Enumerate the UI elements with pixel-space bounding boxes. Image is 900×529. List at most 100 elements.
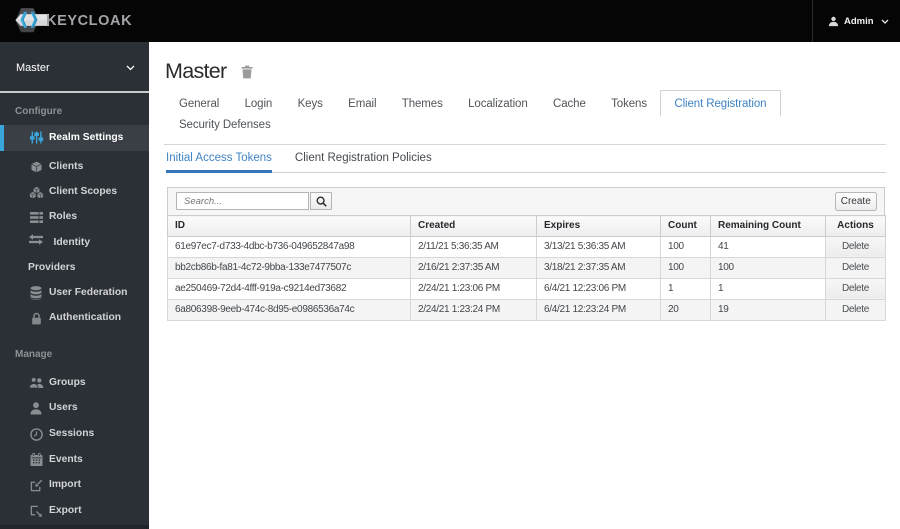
sidebar-item-label: Roles: [49, 211, 78, 223]
tab-cache[interactable]: Cache: [540, 91, 598, 118]
sidebar-item-export[interactable]: Export: [0, 498, 149, 524]
sidebar-item-sessions[interactable]: Sessions: [0, 421, 149, 447]
users-icon: [28, 375, 44, 391]
col-actions: Actions: [825, 215, 886, 237]
sliders-icon: [28, 130, 44, 146]
sidebar-item-label: Groups: [49, 376, 86, 388]
main-content: Master General Login Keys Email Themes L…: [149, 42, 900, 529]
sidebar-item-users[interactable]: Users: [0, 396, 149, 422]
cell-created: 2/16/21 2:37:35 AM: [410, 256, 537, 279]
table-row: 61e97ec7-d733-4dbc-b736-049652847a98 2/1…: [167, 235, 886, 258]
sidebar-item-groups[interactable]: Groups: [0, 370, 149, 396]
sidebar-item-roles[interactable]: Roles: [0, 205, 149, 230]
page-title: Master: [165, 59, 227, 83]
cell-expires: 6/4/21 12:23:24 PM: [536, 298, 661, 321]
sidebar-item-client-scopes[interactable]: Client Scopes: [0, 179, 149, 204]
cell-created: 2/24/21 1:23:24 PM: [410, 298, 537, 321]
tab-security-defenses[interactable]: Security Defenses: [166, 112, 283, 139]
sidebar-item-clients[interactable]: Clients: [0, 154, 149, 179]
sidebar-item-events[interactable]: Events: [0, 447, 149, 473]
cell-created: 2/24/21 1:23:06 PM: [410, 277, 537, 300]
cell-id: 6a806398-9eeb-474c-8d95-e0986536a74c: [167, 298, 411, 321]
sidebar-item-label: Realm Settings: [49, 131, 124, 143]
import-icon: [28, 477, 44, 493]
cell-id: 61e97ec7-d733-4dbc-b736-049652847a98: [167, 235, 411, 258]
lock-icon: [28, 311, 44, 327]
col-remaining-count: Remaining Count: [710, 215, 826, 237]
col-expires: Expires: [536, 215, 661, 237]
tab-tokens[interactable]: Tokens: [598, 91, 659, 118]
cell-remaining: 19: [710, 298, 826, 321]
brand-text: KEYCLOAK: [46, 12, 133, 29]
sidebar-item-realm-settings[interactable]: Realm Settings: [0, 125, 149, 151]
col-created: Created: [410, 215, 537, 237]
manage-menu: Groups Users Sessions Events Import Expo…: [0, 370, 149, 524]
delete-button[interactable]: Delete: [825, 298, 886, 321]
col-id: ID: [167, 215, 411, 237]
tab-themes[interactable]: Themes: [389, 91, 455, 118]
search-icon: [315, 195, 327, 207]
cell-count: 20: [660, 298, 711, 321]
cell-expires: 3/18/21 2:37:35 AM: [536, 256, 661, 279]
delete-button[interactable]: Delete: [825, 256, 886, 279]
cell-remaining: 41: [710, 235, 826, 258]
configure-menu: Realm Settings Clients Client Scopes Rol…: [0, 125, 149, 331]
realm-tabs-row2: Security Defenses: [166, 112, 283, 139]
user-icon: [828, 16, 839, 26]
tab-localization[interactable]: Localization: [455, 91, 540, 118]
cell-id: bb2cb86b-fa81-4c72-9bba-133e7477507c: [167, 256, 411, 279]
create-button[interactable]: Create: [835, 191, 877, 211]
realm-chevron-down-icon: [126, 65, 135, 71]
delete-realm-button[interactable]: [241, 65, 253, 79]
cube-icon: [28, 159, 44, 175]
sidebar-item-label: User Federation: [49, 287, 128, 299]
col-count: Count: [660, 215, 711, 237]
sidebar-item-user-federation[interactable]: User Federation: [0, 281, 149, 306]
sidebar-item-label: Sessions: [49, 427, 95, 439]
cell-remaining: 1: [710, 277, 826, 300]
delete-button[interactable]: Delete: [825, 277, 886, 300]
cell-count: 100: [660, 256, 711, 279]
subtab-client-registration-policies[interactable]: Client Registration Policies: [295, 147, 432, 173]
client-registration-subtabs: Initial Access Tokens Client Registratio…: [166, 147, 886, 173]
sidebar-item-label: Import: [49, 479, 82, 491]
cell-expires: 6/4/21 12:23:06 PM: [536, 277, 661, 300]
table-row: bb2cb86b-fa81-4c72-9bba-133e7477507c 2/1…: [167, 256, 886, 279]
tabs-bottom-border: [164, 143, 886, 145]
grid-toolbar: Create: [167, 187, 885, 215]
table-row: ae250469-72d4-4fff-919a-c9214ed73682 2/2…: [167, 277, 886, 300]
tab-keys[interactable]: Keys: [285, 91, 336, 118]
realm-selector[interactable]: Master: [0, 42, 149, 93]
tokens-table: ID Created Expires Count Remaining Count…: [167, 215, 886, 321]
sidebar: Master Configure Realm Settings Clients …: [0, 42, 149, 529]
calendar-icon: [28, 452, 44, 468]
chevron-down-icon: [881, 19, 889, 24]
sidebar-item-label: Export: [49, 504, 82, 516]
sidebar-item-import[interactable]: Import: [0, 473, 149, 499]
sidebar-item-authentication[interactable]: Authentication: [0, 306, 149, 331]
search-input[interactable]: [176, 192, 309, 210]
cell-expires: 3/13/21 5:36:35 AM: [536, 235, 661, 258]
exchange-icon: [28, 232, 44, 248]
search-button[interactable]: [310, 192, 332, 210]
table-header-row: ID Created Expires Count Remaining Count…: [167, 215, 886, 237]
delete-button[interactable]: Delete: [825, 235, 886, 258]
user-outline-icon: [28, 401, 44, 417]
realm-name: Master: [16, 61, 50, 74]
cell-id: ae250469-72d4-4fff-919a-c9214ed73682: [167, 277, 411, 300]
keycloak-brand[interactable]: KEYCLOAK: [15, 7, 132, 34]
section-manage: Manage: [15, 349, 53, 361]
sidebar-item-identity-providers[interactable]: Identity Providers: [0, 230, 149, 281]
cell-remaining: 100: [710, 256, 826, 279]
navbar-divider: [812, 0, 813, 42]
cell-count: 1: [660, 277, 711, 300]
tab-client-registration[interactable]: Client Registration: [659, 89, 782, 117]
clock-icon: [28, 426, 44, 442]
user-menu[interactable]: Admin: [828, 0, 889, 42]
tab-email[interactable]: Email: [335, 91, 389, 118]
export-icon: [28, 503, 44, 519]
sidebar-item-label: Events: [49, 453, 83, 465]
sidebar-item-label: Clients: [49, 160, 84, 172]
subtab-initial-access-tokens[interactable]: Initial Access Tokens: [166, 147, 272, 173]
cubes-icon: [28, 184, 44, 200]
